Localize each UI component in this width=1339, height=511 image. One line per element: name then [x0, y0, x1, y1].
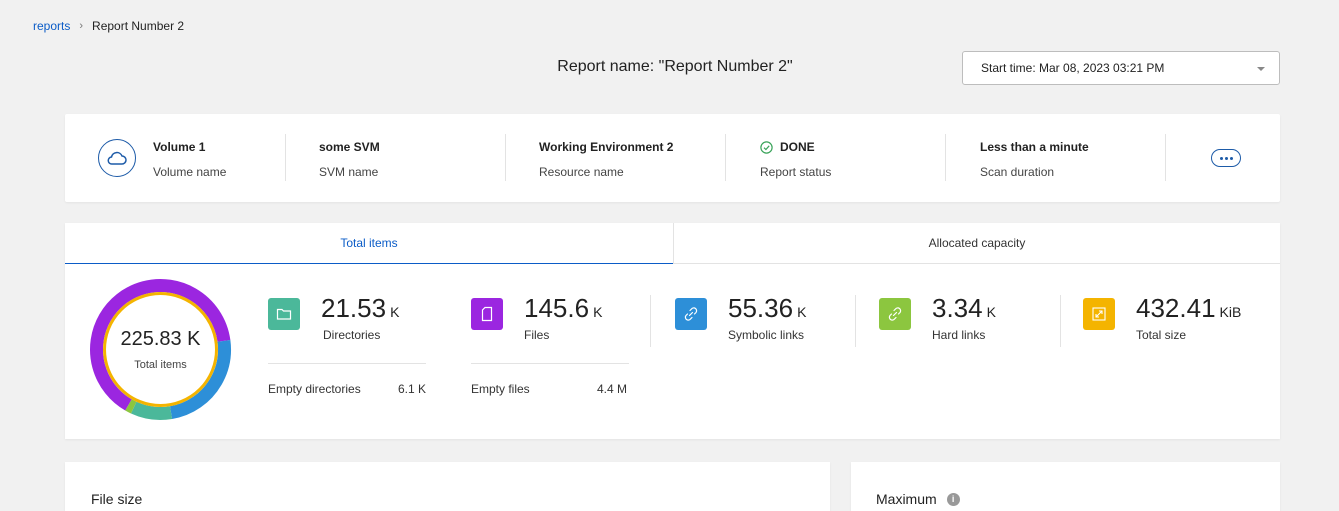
- volume-info: Volume 1 Volume name: [153, 140, 226, 179]
- empty-files-value: 4.4 M: [597, 382, 628, 396]
- svm-label: SVM name: [319, 165, 379, 179]
- volume-value: Volume 1: [153, 140, 206, 154]
- total-size-unit: KiB: [1219, 304, 1242, 320]
- start-time-value: Start time: Mar 08, 2023 03:21 PM: [981, 61, 1165, 75]
- duration-value: Less than a minute: [980, 140, 1089, 154]
- duration-label: Scan duration: [980, 165, 1055, 179]
- total-size-value: 432.41: [1136, 293, 1216, 323]
- divider: [650, 295, 651, 347]
- breadcrumb-reports-link[interactable]: reports: [33, 19, 70, 33]
- check-circle-icon: [760, 140, 773, 154]
- link-icon: [879, 298, 911, 330]
- breadcrumb-current: Report Number 2: [92, 19, 185, 33]
- hard-links-unit: K: [986, 304, 996, 320]
- empty-directories-value: 6.1 K: [398, 382, 427, 396]
- divider: [268, 363, 426, 364]
- divider: [505, 134, 506, 181]
- cloud-icon: [98, 139, 136, 177]
- files-label: Files: [524, 328, 550, 342]
- tab-allocated-capacity[interactable]: Allocated capacity: [673, 223, 1280, 264]
- svm-info: some SVM SVM name: [319, 140, 380, 179]
- resource-info: Working Environment 2 Resource name: [539, 140, 673, 179]
- total-size-label: Total size: [1136, 328, 1187, 342]
- maximum-title: Maximum: [876, 491, 937, 507]
- chevron-down-icon: [1257, 67, 1265, 71]
- divider: [855, 295, 856, 347]
- file-size-card: File size: [65, 462, 830, 511]
- symbolic-links-label: Symbolic links: [728, 328, 805, 342]
- status-value: DONE: [780, 140, 815, 154]
- more-options-button[interactable]: [1211, 149, 1241, 167]
- files-value: 145.6: [524, 293, 590, 323]
- divider: [725, 134, 726, 181]
- divider: [471, 363, 629, 364]
- directories-label: Directories: [323, 328, 381, 342]
- duration-info: Less than a minute Scan duration: [980, 140, 1089, 179]
- stats-card: Total items Allocated capacity 225.83 K …: [65, 223, 1280, 439]
- tab-total-items[interactable]: Total items: [65, 223, 673, 264]
- divider: [1165, 134, 1166, 181]
- directories-value: 21.53: [321, 293, 387, 323]
- expand-icon: [1083, 298, 1115, 330]
- link-icon: [675, 298, 707, 330]
- empty-files-label: Empty files: [471, 382, 530, 396]
- total-items-value: 225.83 K: [120, 328, 201, 350]
- status-info: DONE Report status: [760, 140, 831, 179]
- report-info-card: Volume 1 Volume name some SVM SVM name W…: [65, 114, 1280, 202]
- info-icon[interactable]: i: [946, 492, 960, 506]
- divider: [945, 134, 946, 181]
- maximum-card: Maximum i: [851, 462, 1280, 511]
- files-unit: K: [593, 304, 603, 320]
- directories-unit: K: [390, 304, 400, 320]
- breadcrumb-separator: ›: [79, 20, 84, 32]
- volume-label: Volume name: [153, 165, 227, 179]
- divider: [285, 134, 286, 181]
- page-title: Report name: "Report Number 2": [557, 58, 793, 75]
- resource-label: Resource name: [539, 165, 624, 179]
- folder-icon: [268, 298, 300, 330]
- file-size-title: File size: [91, 491, 143, 507]
- hard-links-value: 3.34: [932, 293, 983, 323]
- donut-center: 225.83 K Total items: [87, 276, 234, 423]
- status-label: Report status: [760, 165, 832, 179]
- symbolic-links-value: 55.36: [728, 293, 794, 323]
- symbolic-links-unit: K: [797, 304, 807, 320]
- empty-directories-label: Empty directories: [268, 382, 361, 396]
- resource-value: Working Environment 2: [539, 140, 674, 154]
- total-items-label: Total items: [134, 359, 187, 371]
- start-time-select[interactable]: Start time: Mar 08, 2023 03:21 PM: [962, 51, 1280, 85]
- ellipsis-icon: [1219, 156, 1223, 160]
- divider: [1060, 295, 1061, 347]
- svm-value: some SVM: [319, 140, 380, 154]
- breadcrumb: reports › Report Number 2: [33, 19, 184, 33]
- hard-links-label: Hard links: [932, 328, 986, 342]
- file-icon: [471, 298, 503, 330]
